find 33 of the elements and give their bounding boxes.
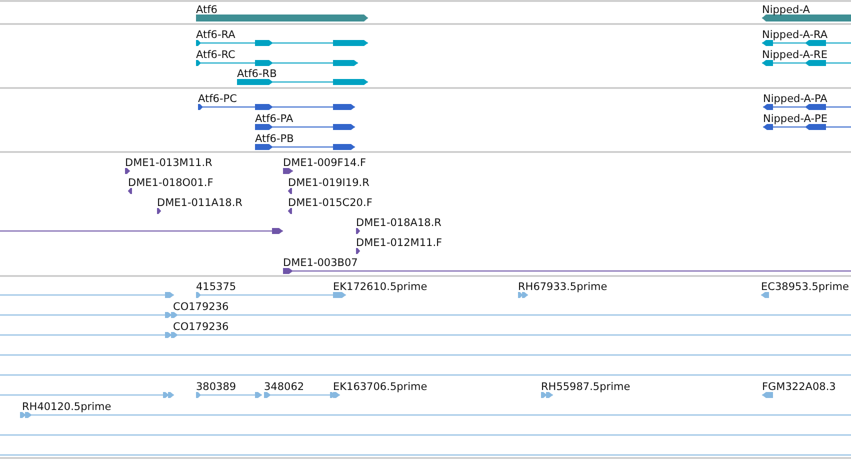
feature-label: EC38953.5prime [761, 281, 849, 293]
feature-label: DME1-012M11.F [356, 237, 442, 249]
feature-label: RH55987.5prime [541, 381, 630, 393]
feature-label: Atf6-PA [255, 113, 294, 125]
feature-label: 348062 [264, 381, 304, 393]
feature-label: Nipped-A-RA [762, 29, 828, 41]
feature-label: EK163706.5prime [333, 381, 428, 393]
feature-label: Atf6 [196, 4, 218, 16]
feature-label: Nipped-A-PE [763, 113, 828, 125]
feature-label: CO179236 [173, 301, 229, 313]
feature-label: DME1-013M11.R [125, 157, 212, 169]
feature-label: RH67933.5prime [518, 281, 608, 293]
feature-label: DME1-003B07 [283, 257, 358, 269]
feature-label: 415375 [196, 281, 236, 293]
feature-label: Atf6-RC [196, 49, 236, 61]
feature-label: DME1-018A18.R [356, 217, 442, 229]
feature-label: Nipped-A [762, 4, 810, 16]
feature-label: DME1-015C20.F [288, 197, 372, 209]
feature-label: DME1-009F14.F [283, 157, 366, 169]
feature-label: RH40120.5prime [22, 401, 112, 413]
feature-label: Atf6-PC [198, 93, 237, 105]
feature-label: Atf6-RA [196, 29, 236, 41]
feature-label: FGM322A08.3 [762, 381, 836, 393]
feature-label: EK172610.5prime [333, 281, 428, 293]
feature-label: DME1-011A18.R [157, 197, 242, 209]
feature-label: DME1-019I19.R [288, 177, 370, 189]
feature-label: 380389 [196, 381, 236, 393]
feature-label: Atf6-RB [237, 68, 277, 80]
feature-label: DME1-018O01.F [128, 177, 214, 189]
feature-label: Atf6-PB [255, 133, 294, 145]
feature-label: CO179236 [173, 321, 229, 333]
feature-label: Nipped-A-RE [762, 49, 828, 61]
feature-label: Nipped-A-PA [763, 93, 828, 105]
